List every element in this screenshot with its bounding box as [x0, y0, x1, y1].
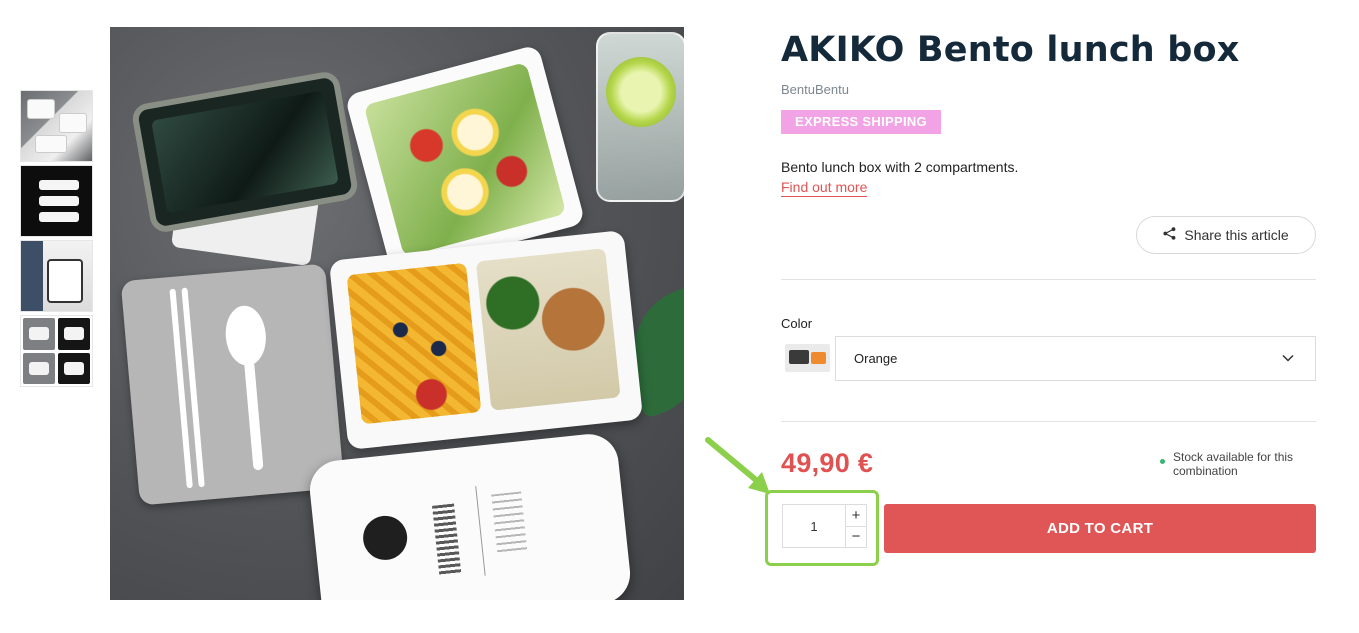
thumbnail-3[interactable] [20, 240, 93, 312]
stock-dot-icon [1160, 459, 1165, 464]
chevron-down-icon [1281, 351, 1295, 365]
quantity-decrement-button[interactable]: − [846, 525, 866, 548]
share-icon [1163, 227, 1176, 243]
color-select-value: Orange [854, 351, 898, 366]
stock-status-text: Stock available for this combination [1173, 450, 1294, 478]
divider [781, 279, 1316, 280]
color-swatch-image [785, 344, 830, 372]
express-shipping-badge: EXPRESS SHIPPING [781, 110, 941, 134]
quantity-buttons: + − [845, 505, 866, 547]
product-main-image[interactable] [110, 27, 684, 600]
quantity-stepper: + − [782, 504, 867, 548]
divider [781, 421, 1316, 422]
brand-name[interactable]: BentuBentu [781, 82, 849, 97]
thumbnail-2[interactable] [20, 165, 93, 237]
quantity-increment-button[interactable]: + [846, 505, 866, 526]
quantity-input[interactable] [783, 505, 845, 547]
thumbnail-4[interactable] [20, 315, 93, 387]
share-button[interactable]: Share this article [1136, 216, 1316, 254]
find-out-more-link[interactable]: Find out more [781, 179, 868, 197]
thumbnail-gallery [20, 90, 93, 390]
thumbnail-1[interactable] [20, 90, 93, 162]
product-description: Bento lunch box with 2 compartments. [781, 159, 1019, 175]
stock-status: Stock available for this combination [1160, 450, 1310, 478]
product-title: AKIKO Bento lunch box [781, 30, 1240, 70]
add-to-cart-button[interactable]: ADD TO CART [884, 504, 1316, 553]
color-select[interactable]: Orange [835, 336, 1316, 381]
share-button-label: Share this article [1184, 227, 1289, 243]
color-label: Color [781, 316, 813, 331]
product-price: 49,90 € [781, 448, 874, 478]
